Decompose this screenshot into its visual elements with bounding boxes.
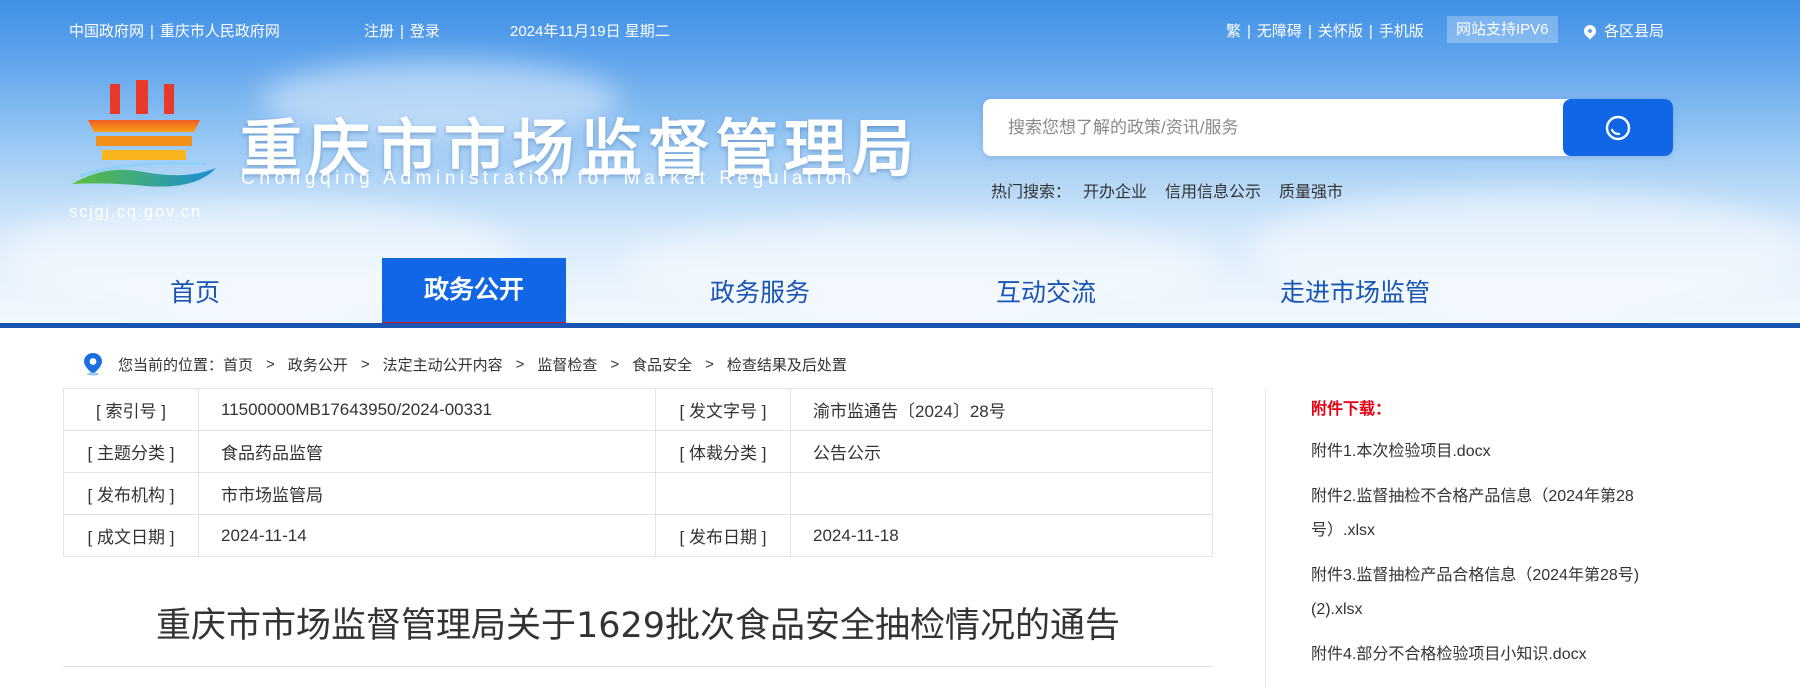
- login-link[interactable]: 登录: [410, 23, 440, 40]
- table-row: [ 发布机构 ] 市市场监管局: [63, 472, 1213, 515]
- published-date-label: [ 发布日期 ]: [655, 514, 791, 557]
- district-label: 各区县局: [1604, 23, 1665, 40]
- hot-search-label: 热门搜索：: [991, 184, 1072, 201]
- doc-no-value: 渝市监通告〔2024〕28号: [790, 388, 1213, 431]
- table-row: [ 主题分类 ] 食品药品监管 [ 体裁分类 ] 公告公示: [63, 430, 1213, 473]
- breadcrumb-item[interactable]: 检查结果及后处置: [727, 354, 847, 375]
- register-link[interactable]: 注册: [364, 23, 394, 40]
- hot-search-link[interactable]: 质量强市: [1279, 184, 1343, 201]
- attachment-link[interactable]: 附件3.监督抽检产品合格信息（2024年第28号)(2).xlsx: [1311, 559, 1656, 627]
- hot-search-link[interactable]: 开办企业: [1083, 184, 1147, 201]
- attachment-link[interactable]: 附件2.监督抽检不合格产品信息（2024年第28号）.xlsx: [1311, 480, 1656, 548]
- district-selector[interactable]: 各区县局: [1581, 20, 1665, 41]
- breadcrumb-prefix: 您当前的位置：: [118, 356, 224, 374]
- nav-interaction[interactable]: 互动交流: [966, 258, 1126, 328]
- site-header: 中国政府网 | 重庆市人民政府网 注册 | 登录 2024年11月19日 星期二 繁 | 无…: [0, 0, 1800, 328]
- traditional-chinese-link[interactable]: 繁: [1226, 23, 1241, 40]
- breadcrumb-item[interactable]: 法定主动公开内容: [383, 354, 503, 375]
- document-meta-table: [ 索引号 ] 11500000MB17643950/2024-00331 [ …: [63, 388, 1213, 557]
- accessibility-link[interactable]: 无障碍: [1257, 23, 1302, 40]
- created-date-value: 2024-11-14: [198, 514, 656, 557]
- empty-cell: [655, 472, 791, 515]
- title-divider: [63, 666, 1213, 667]
- nav-about-regulation[interactable]: 走进市场监管: [1255, 258, 1455, 328]
- location-pin-icon: [1581, 22, 1599, 40]
- nav-gov-affairs-open[interactable]: 政务公开: [382, 258, 566, 328]
- genre-label: [ 体裁分类 ]: [655, 430, 791, 473]
- sidebar-divider: [1265, 388, 1266, 688]
- breadcrumb-item[interactable]: 政务公开: [288, 354, 348, 375]
- link-gov-cn[interactable]: 中国政府网: [69, 23, 144, 40]
- mobile-version-link[interactable]: 手机版: [1379, 23, 1424, 40]
- table-row: [ 成文日期 ] 2024-11-14 [ 发布日期 ] 2024-11-18: [63, 514, 1213, 557]
- hot-search-link[interactable]: 信用信息公示: [1165, 184, 1261, 201]
- location-icon: [84, 353, 102, 376]
- index-value: 11500000MB17643950/2024-00331: [198, 388, 656, 431]
- doc-no-label: [ 发文字号 ]: [655, 388, 791, 431]
- search-box: [983, 99, 1673, 156]
- site-domain: scjgj.cq.gov.cn: [69, 202, 202, 221]
- issuer-label: [ 发布机构 ]: [63, 472, 199, 515]
- breadcrumb-item[interactable]: 首页: [223, 354, 253, 375]
- nav-underline: [0, 323, 1800, 328]
- topic-value: 食品药品监管: [198, 430, 656, 473]
- topic-label: [ 主题分类 ]: [63, 430, 199, 473]
- nav-gov-services[interactable]: 政务服务: [680, 258, 840, 328]
- attachment-link[interactable]: 附件1.本次检验项目.docx: [1311, 435, 1656, 469]
- attachments-heading: 附件下载：: [1311, 401, 1392, 418]
- breadcrumb-item[interactable]: 监督检查: [537, 354, 597, 375]
- elderly-mode-link[interactable]: 关怀版: [1318, 23, 1363, 40]
- main-nav: 首页 政务公开 政务服务 互动交流 走进市场监管: [0, 258, 1800, 328]
- issuer-value: 市市场监管局: [198, 472, 656, 515]
- hot-searches: 热门搜索： 开办企业 信用信息公示 质量强市: [991, 178, 1361, 202]
- created-date-label: [ 成文日期 ]: [63, 514, 199, 557]
- empty-cell: [790, 472, 1213, 515]
- ipv6-badge: 网站支持IPV6: [1447, 16, 1558, 43]
- site-logo[interactable]: [66, 80, 222, 196]
- search-icon: [1605, 115, 1631, 140]
- table-row: [ 索引号 ] 11500000MB17643950/2024-00331 [ …: [63, 388, 1213, 431]
- published-date-value: 2024-11-18: [790, 514, 1213, 557]
- nav-home[interactable]: 首页: [130, 258, 260, 328]
- breadcrumb: 您当前的位置： 首页 > 政务公开 > 法定主动公开内容 > 监督检查 > 食品安全 > 检查结果及后…: [82, 352, 847, 376]
- breadcrumb-item[interactable]: 食品安全: [632, 354, 692, 375]
- genre-value: 公告公示: [790, 430, 1213, 473]
- index-label: [ 索引号 ]: [63, 388, 199, 431]
- site-subtitle: Chongqing Administration for Market Regu…: [241, 168, 857, 189]
- attachment-link[interactable]: 附件4.部分不合格检验项目小知识.docx: [1311, 638, 1656, 672]
- attachments-list: 附件1.本次检验项目.docx 附件2.监督抽检不合格产品信息（2024年第28…: [1311, 435, 1656, 683]
- search-button[interactable]: [1563, 99, 1673, 156]
- current-date: 2024年11月19日 星期二: [510, 23, 670, 40]
- article-title: 重庆市市场监督管理局关于1629批次食品安全抽检情况的通告: [155, 606, 1121, 646]
- search-input[interactable]: [983, 99, 1528, 156]
- link-cq-gov[interactable]: 重庆市人民政府网: [160, 23, 280, 40]
